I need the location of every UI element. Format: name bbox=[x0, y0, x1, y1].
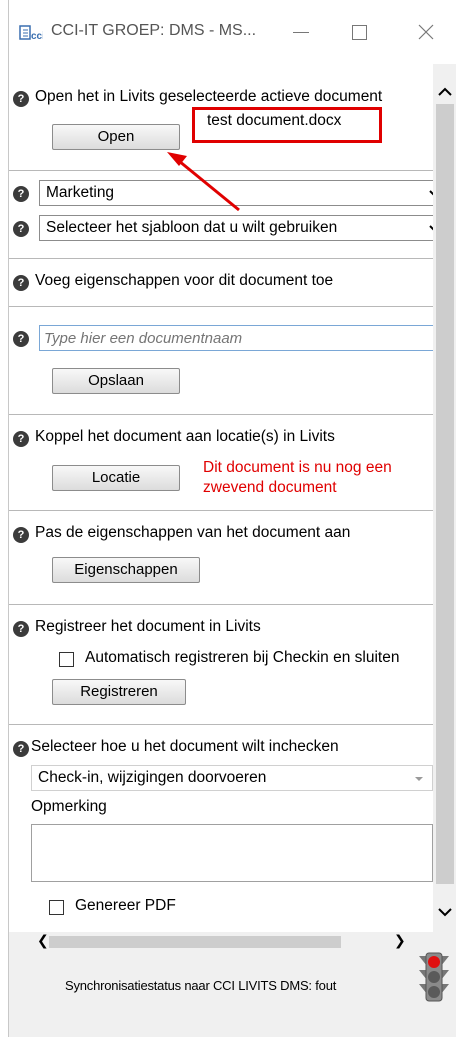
horizontal-scroll-thumb[interactable] bbox=[49, 936, 341, 948]
document-name-input[interactable] bbox=[39, 325, 433, 351]
vertical-scrollbar[interactable] bbox=[433, 64, 456, 932]
edit-properties-label: Pas de eigenschappen van het document aa… bbox=[35, 524, 351, 541]
horizontal-scrollbar[interactable]: ❮ ❯ bbox=[9, 932, 433, 952]
help-icon[interactable]: ? bbox=[13, 275, 29, 291]
minimize-button[interactable] bbox=[279, 14, 325, 50]
auto-register-label[interactable]: Automatisch registreren bij Checkin en s… bbox=[85, 649, 399, 667]
scroll-right-icon[interactable]: ❯ bbox=[394, 932, 406, 949]
divider bbox=[9, 724, 433, 725]
panel-content: ? Open het in Livits geselecteerde actie… bbox=[9, 64, 433, 932]
help-icon[interactable]: ? bbox=[13, 527, 29, 543]
divider bbox=[9, 604, 433, 605]
properties-button[interactable]: Eigenschappen bbox=[52, 557, 200, 583]
checkin-select[interactable]: Check-in, wijzigingen doorvoeren bbox=[31, 765, 433, 791]
floating-document-warning: Dit document is nu nog een zwevend docum… bbox=[203, 458, 392, 498]
divider bbox=[9, 306, 433, 307]
help-icon[interactable]: ? bbox=[13, 431, 29, 447]
traffic-light-icon bbox=[419, 952, 449, 1002]
dms-window: cci CCI-IT GROEP: DMS - MS... ? Open het… bbox=[8, 0, 456, 1037]
maximize-button[interactable] bbox=[336, 14, 382, 50]
svg-text:cci: cci bbox=[31, 31, 43, 42]
scroll-left-icon[interactable]: ❮ bbox=[37, 932, 49, 949]
vertical-scroll-thumb[interactable] bbox=[436, 104, 454, 884]
checkin-label: Selecteer hoe u het document wilt inchec… bbox=[31, 738, 339, 755]
scroll-up-icon[interactable] bbox=[437, 86, 453, 98]
app-icon: cci bbox=[19, 25, 43, 42]
generate-pdf-label[interactable]: Genereer PDF bbox=[75, 897, 176, 915]
location-label: Koppel het document aan locatie(s) in Li… bbox=[35, 428, 335, 445]
divider bbox=[9, 510, 433, 511]
close-button[interactable] bbox=[403, 14, 449, 50]
help-icon[interactable]: ? bbox=[13, 331, 29, 347]
save-button[interactable]: Opslaan bbox=[52, 368, 180, 394]
warning-line: Dit document is nu nog een bbox=[203, 459, 392, 476]
register-button[interactable]: Registreren bbox=[52, 679, 186, 705]
properties-label: Voeg eigenschappen voor dit document toe bbox=[35, 272, 334, 289]
remark-label: Opmerking bbox=[31, 798, 107, 815]
close-icon bbox=[418, 24, 434, 40]
register-label: Registreer het document in Livits bbox=[35, 618, 261, 635]
checkin-select-value: Check-in, wijzigingen doorvoeren bbox=[38, 769, 267, 786]
annotation-arrow-icon bbox=[167, 152, 240, 212]
help-icon[interactable]: ? bbox=[13, 621, 29, 637]
chevron-down-icon bbox=[415, 777, 423, 781]
warning-line: zwevend document bbox=[203, 479, 337, 496]
remark-textarea[interactable] bbox=[31, 824, 433, 882]
auto-register-checkbox[interactable] bbox=[59, 652, 74, 667]
divider bbox=[9, 414, 433, 415]
status-area: Synchronisatiestatus naar CCI LIVITS DMS… bbox=[9, 952, 456, 1037]
help-icon[interactable]: ? bbox=[13, 741, 29, 757]
title-bar: cci CCI-IT GROEP: DMS - MS... bbox=[9, 0, 456, 64]
window-title: CCI-IT GROEP: DMS - MS... bbox=[51, 22, 257, 39]
scroll-down-icon[interactable] bbox=[437, 906, 453, 918]
sync-status-text: Synchronisatiestatus naar CCI LIVITS DMS… bbox=[65, 978, 337, 993]
generate-pdf-checkbox[interactable] bbox=[49, 900, 64, 915]
location-button[interactable]: Locatie bbox=[52, 465, 180, 491]
